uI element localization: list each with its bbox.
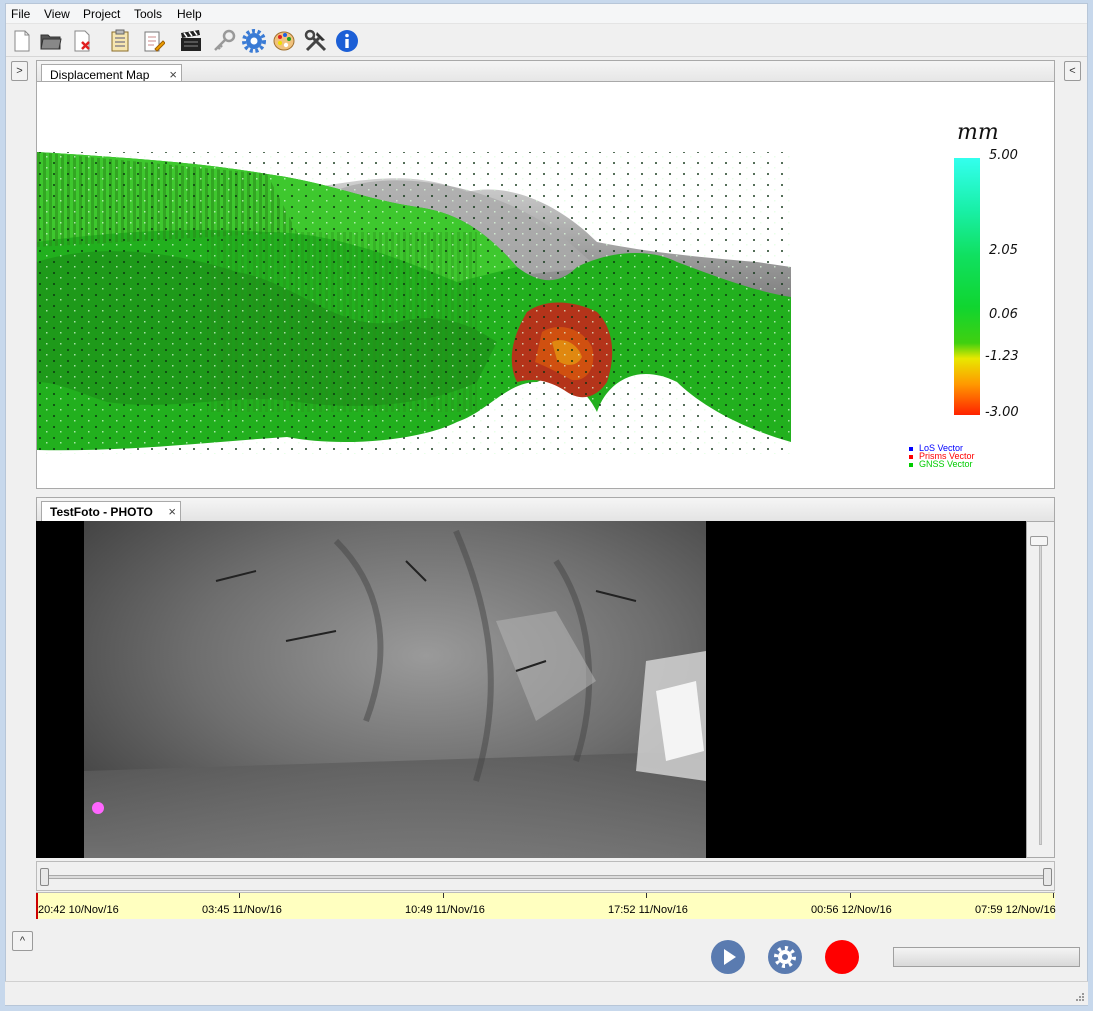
colorbar-label-max: 5.00	[989, 148, 1018, 163]
colorbar-label-3: 0.06	[989, 307, 1018, 322]
palette-icon[interactable]	[271, 28, 297, 54]
timeline-tick	[239, 893, 240, 898]
right-panel-toggle[interactable]: <	[1064, 61, 1081, 81]
timeline-label: 17:52 11/Nov/16	[608, 904, 688, 916]
tools-icon[interactable]	[303, 28, 329, 54]
gear-icon	[774, 946, 796, 968]
tab-label: Displacement Map	[50, 68, 150, 82]
key-icon[interactable]	[211, 28, 237, 54]
resize-grip-icon[interactable]	[1075, 992, 1085, 1002]
edit-report-icon[interactable]	[140, 28, 166, 54]
new-file-icon[interactable]	[9, 28, 35, 54]
menu-project[interactable]: Project	[83, 7, 120, 21]
photo-vertical-slider[interactable]	[1026, 521, 1055, 858]
colorbar-label-min: -3.00	[985, 405, 1019, 420]
record-button[interactable]	[825, 940, 859, 974]
range-start-handle[interactable]	[40, 868, 49, 886]
legend-gnss-vector: GNSS Vector	[909, 460, 973, 469]
timeline[interactable]: 20:42 10/Nov/16 03:45 11/Nov/16 10:49 11…	[36, 892, 1056, 919]
close-tab-icon[interactable]: ×	[169, 67, 177, 82]
slider-track	[45, 875, 1047, 879]
report-icon[interactable]	[107, 28, 133, 54]
menu-help[interactable]: Help	[177, 7, 202, 21]
settings-button[interactable]	[768, 940, 802, 974]
displacement-map-view[interactable]: mm 5.00 2.05 0.06 -1.23 -3.00 LoS Vector…	[36, 81, 1055, 489]
tab-label: TestFoto - PHOTO	[50, 505, 153, 519]
timeline-label: 10:49 11/Nov/16	[405, 904, 485, 916]
slider-thumb[interactable]	[1030, 536, 1048, 546]
play-icon	[724, 949, 736, 965]
tunnel-photo	[84, 521, 706, 858]
colorbar-label-2: 2.05	[989, 243, 1018, 258]
timeline-tick	[443, 893, 444, 898]
slider-track	[1039, 540, 1042, 845]
close-file-icon[interactable]	[69, 28, 95, 54]
clapperboard-icon[interactable]	[178, 28, 204, 54]
terrain-3d-render	[37, 152, 791, 454]
play-button[interactable]	[711, 940, 745, 974]
time-range-slider[interactable]	[36, 861, 1055, 891]
timeline-tick	[646, 893, 647, 898]
menu-tools[interactable]: Tools	[134, 7, 162, 21]
close-tab-icon[interactable]: ×	[168, 504, 176, 519]
timeline-label: 00:56 12/Nov/16	[811, 904, 892, 916]
photo-view[interactable]	[36, 521, 1026, 858]
progress-bar	[893, 947, 1080, 967]
photo-tab-strip: TestFoto - PHOTO ×	[36, 497, 1055, 522]
colorbar-label-4: -1.23	[985, 349, 1019, 364]
open-folder-icon[interactable]	[38, 28, 64, 54]
displacement-colorbar	[954, 158, 980, 415]
left-panel-toggle[interactable]: >	[11, 61, 28, 81]
timeline-label: 03:45 11/Nov/16	[202, 904, 282, 916]
range-end-handle[interactable]	[1043, 868, 1052, 886]
timeline-tick	[850, 893, 851, 898]
timeline-label: 07:59 12/Nov/16	[975, 904, 1056, 916]
menu-file[interactable]: File	[11, 7, 30, 21]
menu-bar: File View Project Tools Help	[6, 4, 1087, 24]
menu-view[interactable]: View	[44, 7, 70, 21]
collapse-panel-button[interactable]: ^	[12, 931, 33, 951]
tab-testfoto-photo[interactable]: TestFoto - PHOTO ×	[41, 501, 181, 522]
gear-icon[interactable]	[241, 28, 267, 54]
toolbar	[6, 25, 1087, 57]
timeline-tick	[1053, 893, 1054, 898]
legend-unit: mm	[957, 120, 999, 145]
timeline-label: 20:42 10/Nov/16	[38, 904, 119, 916]
status-bar	[5, 981, 1088, 1005]
info-icon[interactable]	[334, 28, 360, 54]
